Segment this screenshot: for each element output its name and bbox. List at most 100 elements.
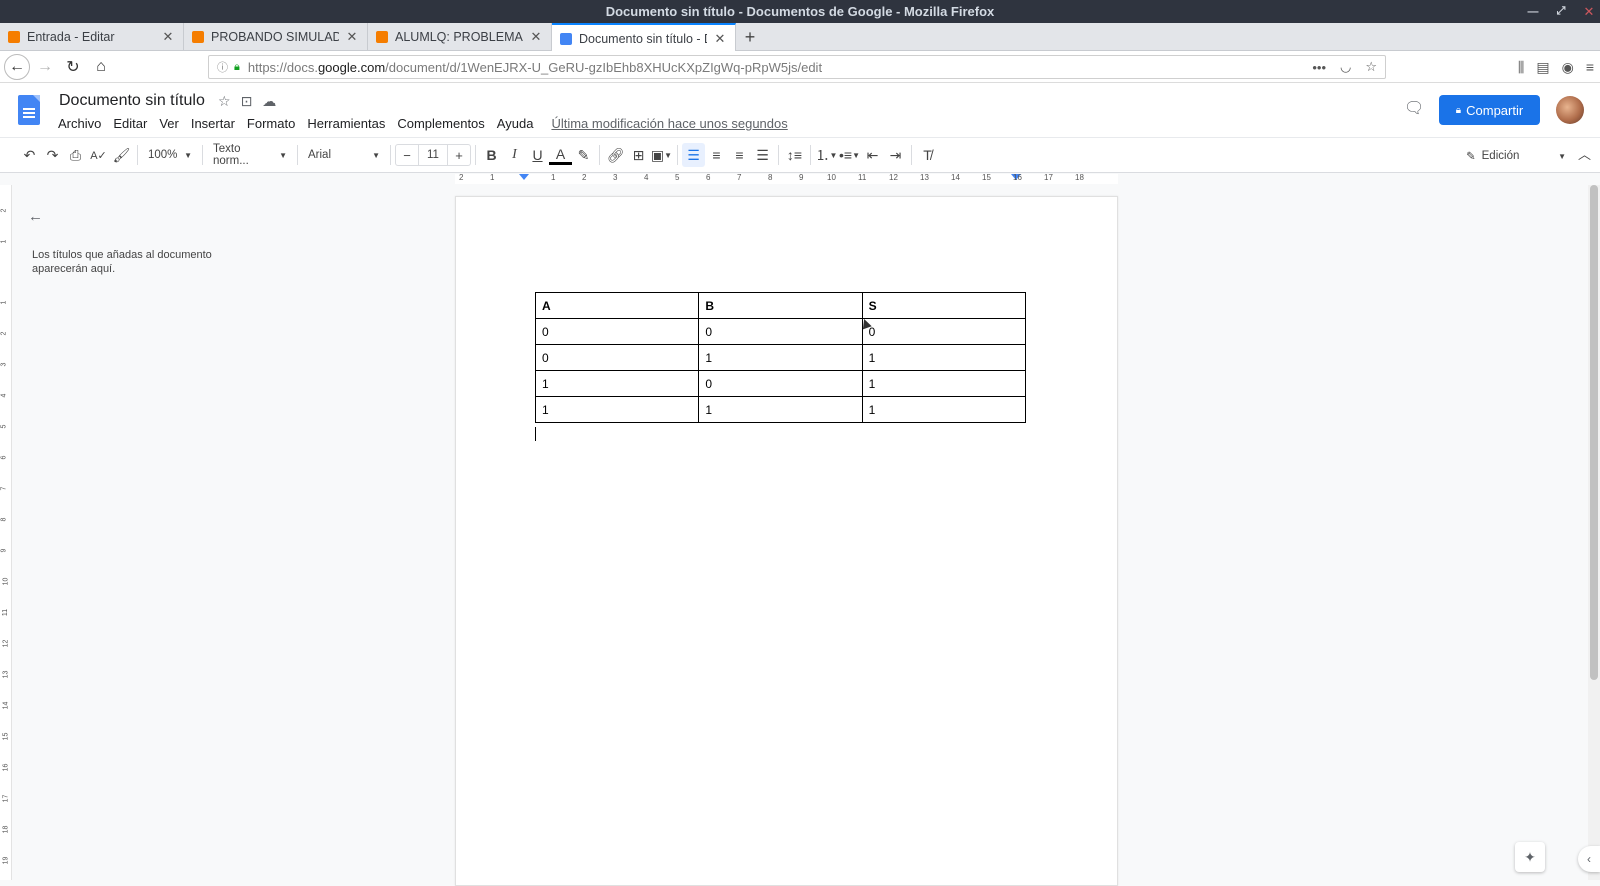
scrollbar-thumb[interactable] xyxy=(1590,185,1598,680)
highlight-color-icon[interactable]: ✎ xyxy=(572,143,595,167)
table-cell[interactable]: 0 xyxy=(534,318,700,345)
ruler-tick: 9 xyxy=(799,173,804,182)
align-right-icon[interactable]: ≡ xyxy=(728,143,751,167)
font-family-select[interactable]: Arial ▼ xyxy=(302,143,386,167)
url-bar[interactable]: ⓘ 🔒︎ https://docs. google.com/document/d/… xyxy=(208,55,1386,79)
paint-format-icon[interactable]: 🖌︎ xyxy=(110,143,133,167)
underline-icon[interactable]: U xyxy=(526,143,549,167)
side-panel-toggle-icon[interactable]: ‹ xyxy=(1578,846,1600,872)
menu-herramientas[interactable]: Herramientas xyxy=(307,116,385,131)
browser-tab[interactable]: Entrada - Editar ✕ xyxy=(0,23,184,51)
menu-ver[interactable]: Ver xyxy=(159,116,179,131)
comment-history-icon[interactable]: 🗨︎ xyxy=(1404,98,1424,117)
cloud-status-icon[interactable]: ☁ xyxy=(262,93,276,110)
google-docs-logo-icon[interactable] xyxy=(18,95,40,125)
table-cell[interactable]: 0 xyxy=(698,370,863,397)
reload-button[interactable]: ↻ xyxy=(60,54,86,80)
redo-icon[interactable]: ↷ xyxy=(41,143,64,167)
share-button[interactable]: 🔒︎ Compartir xyxy=(1439,95,1540,125)
back-button[interactable]: ← xyxy=(4,53,30,80)
vertical-scrollbar[interactable] xyxy=(1588,185,1600,880)
account-icon[interactable]: ◉ xyxy=(1562,59,1574,76)
editing-mode-select[interactable]: ✎ Edición ▼ xyxy=(1466,144,1566,168)
table-header-cell[interactable]: S xyxy=(861,292,1027,319)
table-cell[interactable]: 0 xyxy=(698,318,863,345)
menu-editar[interactable]: Editar xyxy=(113,116,147,131)
menu-complementos[interactable]: Complementos xyxy=(397,116,484,131)
undo-icon[interactable]: ↶ xyxy=(18,143,41,167)
sidebar-icon[interactable]: ▤ xyxy=(1536,59,1549,76)
table-cell[interactable]: 0 xyxy=(534,344,700,371)
table-cell[interactable]: 0 xyxy=(861,318,1027,345)
table-cell[interactable]: 1 xyxy=(861,396,1027,423)
justify-icon[interactable]: ☰ xyxy=(751,143,774,167)
insert-link-icon[interactable]: 🔗︎ xyxy=(604,143,627,167)
bold-icon[interactable]: B xyxy=(480,143,503,167)
close-tab-icon[interactable]: ✕ xyxy=(529,29,543,45)
document-page[interactable]: A B S 0 0 0 0 1 1 1 0 1 1 1 1 ▲ xyxy=(455,196,1118,886)
hamburger-menu-icon[interactable]: ≡ xyxy=(1586,59,1594,75)
forward-button[interactable]: → xyxy=(32,54,58,80)
home-button[interactable]: ⌂ xyxy=(88,54,114,80)
clear-formatting-icon[interactable]: T̸ xyxy=(916,143,939,167)
paragraph-style-select[interactable]: Texto norm... ▼ xyxy=(207,143,293,167)
close-outline-arrow-icon[interactable]: ← xyxy=(28,208,43,225)
menu-archivo[interactable]: Archivo xyxy=(58,116,101,131)
close-tab-icon[interactable]: ✕ xyxy=(713,31,727,47)
add-comment-icon[interactable]: ⊞ xyxy=(627,143,650,167)
vruler-tick: 6 xyxy=(0,455,8,460)
menu-ayuda[interactable]: Ayuda xyxy=(497,116,534,131)
truth-table[interactable]: A B S 0 0 0 0 1 1 1 0 1 1 1 1 xyxy=(534,292,1027,423)
table-cell[interactable]: 1 xyxy=(861,344,1027,371)
lock-icon[interactable]: 🔒︎ xyxy=(234,61,240,74)
increase-font-size-button[interactable]: + xyxy=(448,145,470,165)
close-tab-icon[interactable]: ✕ xyxy=(161,29,175,45)
table-cell[interactable]: 1 xyxy=(698,344,863,371)
menu-formato[interactable]: Formato xyxy=(247,116,295,131)
browser-tab[interactable]: PROBANDO SIMULADO ✕ xyxy=(184,23,368,51)
library-icon[interactable]: ⫼ xyxy=(1518,59,1524,76)
close-window-icon[interactable]: ✕ xyxy=(1582,4,1596,19)
table-header-cell[interactable]: B xyxy=(698,292,863,319)
page-actions-icon[interactable]: ••• xyxy=(1312,60,1326,75)
info-icon[interactable]: ⓘ xyxy=(217,59,228,75)
explore-icon[interactable]: ✦ xyxy=(1515,842,1545,872)
left-indent-marker[interactable] xyxy=(519,174,529,180)
move-folder-icon[interactable]: ⊡ xyxy=(241,93,253,110)
decrease-indent-icon[interactable]: ⇤ xyxy=(861,143,884,167)
insert-image-icon[interactable]: ▣ ▼ xyxy=(650,143,673,167)
spellcheck-icon[interactable]: A✓ xyxy=(87,143,110,167)
maximize-icon[interactable]: ⤢ xyxy=(1554,5,1568,19)
table-cell[interactable]: 1 xyxy=(698,396,863,423)
align-center-icon[interactable]: ≡ xyxy=(705,143,728,167)
star-icon[interactable]: ☆ xyxy=(218,93,231,110)
bulleted-list-icon[interactable]: •≡ ▼ xyxy=(838,143,861,167)
new-tab-button[interactable]: + xyxy=(736,23,764,51)
zoom-select[interactable]: 100% ▼ xyxy=(142,143,198,167)
print-icon[interactable]: ⎙ xyxy=(64,143,87,167)
table-cell[interactable]: 1 xyxy=(534,396,700,423)
minimize-icon[interactable]: — xyxy=(1526,5,1540,19)
increase-indent-icon[interactable]: ⇥ xyxy=(884,143,907,167)
table-cell[interactable]: 1 xyxy=(534,370,700,397)
last-modified-link[interactable]: Última modificación hace unos segundos xyxy=(551,116,787,131)
table-header-cell[interactable]: A xyxy=(534,292,700,319)
text-color-icon[interactable]: A xyxy=(549,145,572,165)
line-spacing-icon[interactable]: ↕≡ xyxy=(783,143,806,167)
google-docs-icon xyxy=(560,32,572,45)
numbered-list-icon[interactable]: ⒈ ▼ xyxy=(815,143,838,167)
collapse-menus-icon[interactable]: ︿ xyxy=(1578,144,1591,163)
close-tab-icon[interactable]: ✕ xyxy=(345,29,359,45)
avatar[interactable] xyxy=(1556,96,1584,124)
menu-insertar[interactable]: Insertar xyxy=(191,116,235,131)
browser-tab[interactable]: ALUMLQ: PROBLEMAS ✕ xyxy=(368,23,552,51)
align-left-icon[interactable]: ☰ xyxy=(682,143,705,167)
italic-icon[interactable]: I xyxy=(503,143,526,167)
bookmark-star-icon[interactable]: ☆ xyxy=(1365,59,1377,75)
document-title[interactable]: Documento sin título xyxy=(59,92,205,110)
browser-tab-active[interactable]: Documento sin título - D ✕ xyxy=(552,23,736,52)
decrease-font-size-button[interactable]: − xyxy=(396,145,418,165)
font-size-input[interactable]: 11 xyxy=(418,145,448,165)
pocket-icon[interactable]: ◡ xyxy=(1340,59,1351,75)
table-cell[interactable]: 1 xyxy=(861,370,1027,397)
